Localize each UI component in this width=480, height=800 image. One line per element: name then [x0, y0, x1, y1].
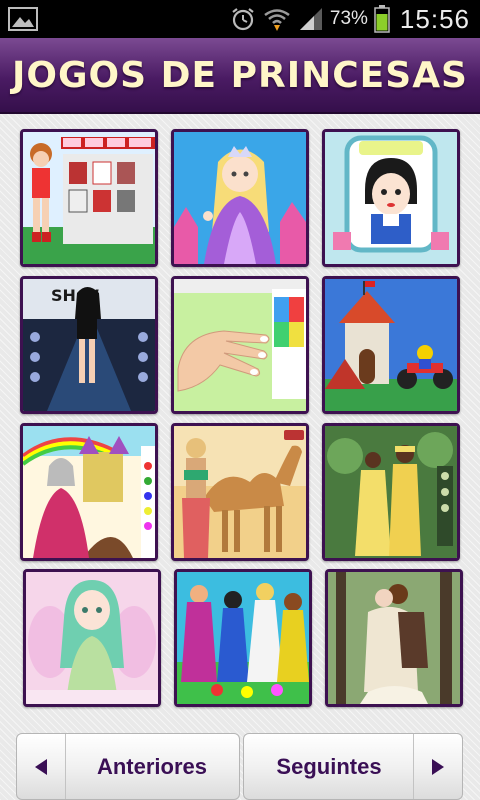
game-thumbnail-7[interactable] — [20, 423, 158, 561]
app-header: JOGOS DE PRINCESAS — [0, 38, 480, 114]
game-thumbnail-3[interactable] — [322, 129, 460, 267]
game-thumbnail-2[interactable] — [171, 129, 309, 267]
status-bar: 73% 15:56 — [0, 0, 480, 38]
game-thumbnail-image: SH W — [23, 279, 155, 411]
next-button-label: Seguintes — [276, 753, 382, 779]
previous-button[interactable]: Anteriores — [16, 733, 240, 800]
next-button[interactable]: Seguintes — [243, 733, 463, 800]
game-thumbnail-5[interactable] — [171, 276, 309, 414]
battery-icon — [374, 5, 390, 33]
game-thumbnail-image — [26, 572, 158, 704]
game-thumbnail-image — [174, 426, 306, 558]
battery-percent: 73% — [329, 8, 368, 29]
game-thumbnail-11[interactable] — [174, 569, 312, 707]
game-thumbnail-image — [177, 572, 309, 704]
previous-button-label: Anteriores — [96, 753, 208, 779]
gallery-icon — [8, 7, 38, 31]
wifi-icon — [264, 9, 290, 31]
page-title: JOGOS DE PRINCESAS — [12, 54, 468, 96]
game-thumbnail-image — [23, 426, 155, 558]
game-thumbnail-9[interactable] — [322, 423, 460, 561]
game-thumbnail-4[interactable]: SH W — [20, 276, 158, 414]
game-thumbnail-image — [174, 279, 306, 411]
game-thumbnail-1[interactable] — [20, 129, 158, 267]
games-grid: SH W — [0, 112, 480, 722]
game-thumbnail-8[interactable] — [171, 423, 309, 561]
signal-icon — [299, 8, 322, 30]
arrow-left-icon — [35, 758, 47, 775]
game-thumbnail-12[interactable] — [325, 569, 463, 707]
clock-time: 15:56 — [399, 3, 470, 34]
alarm-icon — [232, 8, 254, 31]
game-thumbnail-6[interactable] — [322, 276, 460, 414]
next-arrow-button[interactable] — [413, 734, 462, 799]
game-thumbnail-image — [328, 572, 460, 704]
game-thumbnail-image — [23, 132, 155, 264]
game-thumbnail-10[interactable] — [23, 569, 161, 707]
arrow-right-icon — [432, 758, 444, 775]
previous-arrow-button[interactable] — [17, 734, 66, 799]
game-thumbnail-image — [325, 426, 457, 558]
game-thumbnail-image — [325, 279, 457, 411]
game-thumbnail-image — [325, 132, 457, 264]
game-thumbnail-image — [174, 132, 306, 264]
